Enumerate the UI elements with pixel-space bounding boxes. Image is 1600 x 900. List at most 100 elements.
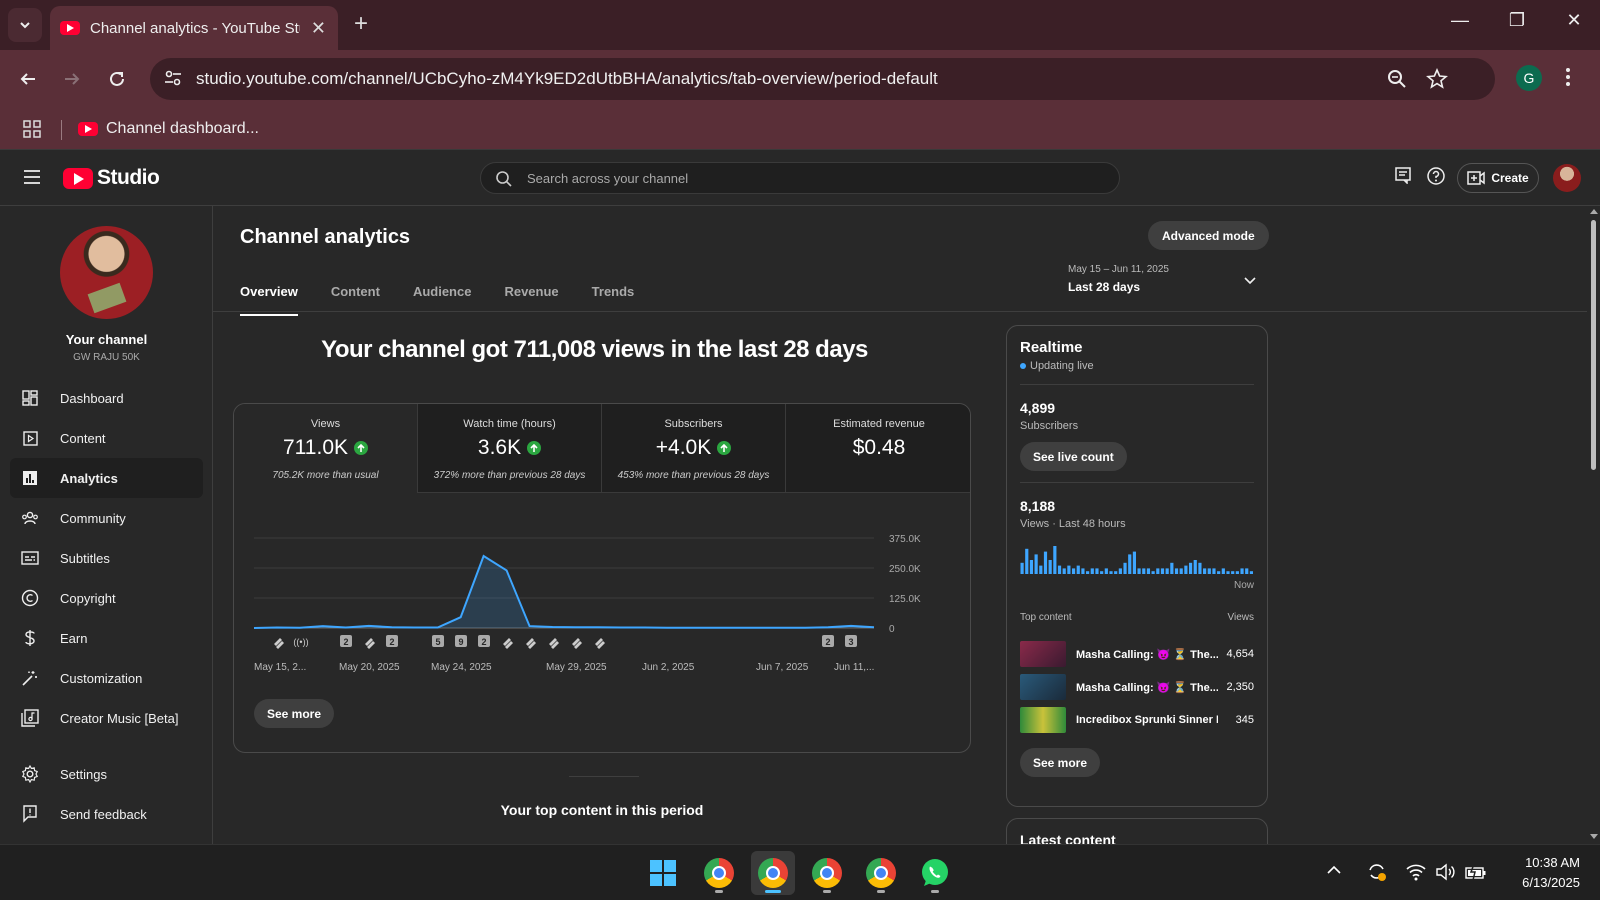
start-button[interactable] [641, 851, 685, 895]
minimize-icon[interactable]: — [1440, 10, 1480, 31]
sidebar-item-label: Send feedback [60, 806, 147, 822]
reload-button[interactable] [104, 66, 130, 92]
realtime-subscribers-value: 4,899 [1020, 400, 1056, 416]
top-content-row[interactable]: Masha Calling: 😈 ⏳ The... 2,350 [1020, 673, 1254, 701]
see-more-button[interactable]: See more [254, 699, 335, 728]
realtime-bar [1226, 571, 1230, 574]
window-close-icon[interactable]: ✕ [1554, 10, 1594, 31]
messages-icon[interactable] [1394, 166, 1412, 184]
taskbar-chrome-4[interactable] [859, 851, 903, 895]
tab-close-icon[interactable]: ✕ [311, 18, 326, 39]
realtime-views-chart[interactable] [1020, 544, 1254, 574]
metric-value-row: 711.0K [234, 436, 417, 460]
metric-views[interactable]: Views 711.0K 705.2K more than usual [234, 404, 418, 493]
metric-estimated-revenue[interactable]: Estimated revenue $0.48 [786, 404, 970, 493]
top-content-row[interactable]: Incredibox Sprunki Sinner E... 345 [1020, 706, 1254, 734]
channel-search[interactable] [480, 162, 1120, 194]
site-info-icon[interactable] [162, 67, 184, 89]
sidebar-item-analytics[interactable]: Analytics [10, 458, 203, 498]
metric-subscribers[interactable]: Subscribers +4.0K 453% more than previou… [602, 404, 786, 493]
tab-trends[interactable]: Trends [592, 276, 635, 316]
advanced-mode-button[interactable]: Advanced mode [1148, 221, 1269, 250]
sidebar-item-send-feedback[interactable]: Send feedback [10, 794, 203, 834]
tab-revenue[interactable]: Revenue [504, 276, 558, 316]
taskbar-whatsapp[interactable] [913, 851, 957, 895]
channel-avatar[interactable] [60, 226, 153, 319]
metric-note: 705.2K more than usual [272, 470, 379, 481]
sidebar-item-earn[interactable]: Earn [10, 618, 203, 658]
wifi-icon[interactable] [1405, 863, 1427, 881]
video-views: 2,350 [1226, 681, 1254, 693]
sidebar-item-customization[interactable]: Customization [10, 658, 203, 698]
sidebar-item-community[interactable]: Community [10, 498, 203, 538]
running-indicator [877, 890, 885, 893]
forward-button[interactable] [59, 66, 85, 92]
hamburger-menu-icon[interactable] [22, 168, 42, 186]
studio-logo[interactable]: Studio [63, 166, 160, 190]
dashboard-icon [21, 389, 39, 407]
apps-grid-icon[interactable] [22, 119, 42, 139]
scroll-up-icon[interactable] [1590, 209, 1598, 214]
profile-avatar[interactable]: G [1516, 65, 1542, 91]
tab-audience[interactable]: Audience [413, 276, 472, 316]
upload-marker-count: 2 [825, 637, 830, 647]
help-icon[interactable] [1426, 166, 1446, 186]
volume-icon[interactable] [1435, 863, 1457, 881]
tab-overview[interactable]: Overview [240, 276, 298, 316]
views-headline: Your channel got 711,008 views in the la… [321, 336, 868, 363]
create-button[interactable]: Create [1457, 163, 1539, 193]
see-live-count-button[interactable]: See live count [1020, 442, 1127, 471]
chevron-down-icon [1243, 276, 1257, 286]
restore-icon[interactable]: ❐ [1497, 10, 1537, 31]
system-clock[interactable]: 10:38 AM 6/13/2025 [1490, 853, 1580, 893]
realtime-bar [1095, 568, 1099, 574]
sidebar-item-content[interactable]: Content [10, 418, 203, 458]
sidebar-item-dashboard[interactable]: Dashboard [10, 378, 203, 418]
address-bar[interactable]: studio.youtube.com/channel/UCbCyho-zM4Yk… [150, 58, 1495, 100]
back-button[interactable] [15, 66, 41, 92]
browser-tab-active[interactable]: Channel analytics - YouTube Studio ✕ [50, 6, 338, 50]
realtime-bar [1156, 568, 1160, 574]
scroll-down-icon[interactable] [1590, 834, 1598, 839]
realtime-status: Updating live [1020, 360, 1094, 372]
realtime-see-more-button[interactable]: See more [1020, 748, 1101, 777]
new-tab-button[interactable]: + [354, 10, 368, 38]
search-input[interactable] [527, 163, 1087, 193]
tray-overflow-icon[interactable] [1326, 865, 1342, 875]
views-chart[interactable]: 375.0K 250.0K 125.0K 0 ((•)) 2 2 5 9 2 2 3 May 15, 2… [234, 504, 970, 704]
zoom-icon[interactable] [1386, 68, 1408, 90]
sidebar: Your channel GW RAJU 50K Dashboard Conte… [0, 206, 213, 844]
page-scrollbar[interactable] [1587, 206, 1600, 844]
taskbar-chrome-1[interactable] [697, 851, 741, 895]
sidebar-item-copyright[interactable]: Copyright [10, 578, 203, 618]
taskbar-chrome-2[interactable] [751, 851, 795, 895]
tab-content[interactable]: Content [331, 276, 380, 316]
tab-search-button[interactable] [8, 8, 42, 42]
analytics-icon [21, 469, 39, 487]
date-range-picker[interactable]: May 15 – Jun 11, 2025 Last 28 days [1068, 264, 1268, 294]
top-content-row[interactable]: Masha Calling: 😈 ⏳ The... 4,654 [1020, 640, 1254, 668]
realtime-bar [1090, 568, 1094, 574]
scrollbar-thumb[interactable] [1591, 220, 1596, 470]
top-content-title: Your top content in this period [500, 802, 704, 818]
realtime-bar [1179, 568, 1183, 574]
account-avatar[interactable] [1553, 164, 1581, 192]
sidebar-item-creator-music[interactable]: Creator Music [Beta] [10, 698, 203, 738]
sidebar-item-subtitles[interactable]: Subtitles [10, 538, 203, 578]
copyright-icon [21, 589, 39, 607]
sync-icon[interactable] [1366, 861, 1388, 883]
realtime-bar [1104, 568, 1108, 574]
browser-menu-icon[interactable] [1565, 66, 1571, 88]
metric-watch-time[interactable]: Watch time (hours) 3.6K 372% more than p… [418, 404, 602, 493]
realtime-bar [1137, 568, 1141, 574]
shorts-marker-icon [365, 638, 375, 649]
bookmark-channel-dashboard[interactable]: Channel dashboard... [78, 116, 259, 142]
sidebar-item-settings[interactable]: Settings [10, 754, 203, 794]
latest-content-card: Latest content [1006, 818, 1268, 844]
battery-icon[interactable] [1465, 863, 1487, 881]
shorts-marker-icon [526, 638, 536, 649]
top-content-label: Top content [1020, 612, 1072, 623]
upload-marker-count: 9 [458, 637, 463, 647]
taskbar-chrome-3[interactable] [805, 851, 849, 895]
bookmark-star-icon[interactable] [1426, 68, 1448, 90]
